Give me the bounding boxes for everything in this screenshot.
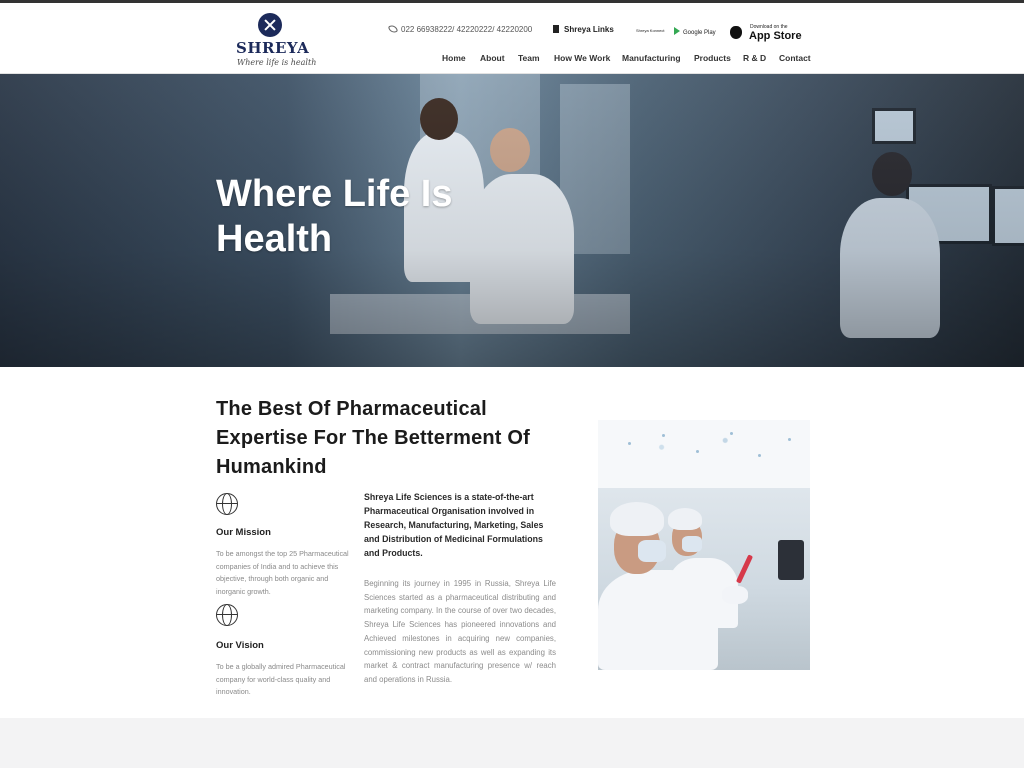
shreya-links-link[interactable]: Shreya Links (553, 25, 614, 34)
gloved-hand (722, 586, 748, 604)
google-play-icon (674, 27, 680, 35)
document-icon (553, 25, 559, 33)
shreya-links-label: Shreya Links (564, 25, 614, 34)
scientist-cap (610, 502, 664, 536)
scientist-mask (682, 536, 702, 552)
shreya-konnect-badge[interactable]: Shreya Konnect (636, 28, 664, 33)
app-store-label: App Store (749, 30, 802, 42)
google-play-badge[interactable]: Google Play (674, 27, 716, 36)
nav-home[interactable]: Home (442, 53, 466, 75)
apple-icon (730, 26, 742, 39)
hero-title: Where Life Is Health (216, 173, 453, 260)
molecule-node (788, 438, 791, 441)
google-play-label: Google Play (683, 30, 716, 36)
shreya-logo-icon (258, 13, 282, 37)
brand-logo[interactable]: SHREYA Where life is health (236, 13, 316, 71)
brand-tagline: Where life is health (237, 58, 317, 67)
section-headline: The Best Of Pharmaceutical Expertise For… (216, 398, 531, 478)
nav-how-we-work[interactable]: How We Work (554, 53, 610, 63)
molecule-node (628, 442, 631, 445)
intro-paragraph: Shreya Life Sciences is a state-of-the-a… (364, 492, 544, 558)
phone-icon (387, 23, 399, 35)
nav-team[interactable]: Team (518, 53, 540, 63)
molecule-node (730, 432, 733, 435)
nav-contact[interactable]: Contact (779, 53, 811, 63)
globe-icon (216, 604, 238, 626)
nav-manufacturing[interactable]: Manufacturing (622, 53, 681, 63)
nav-products[interactable]: Products (694, 53, 731, 63)
microscope-shape (778, 540, 804, 580)
app-store-badge[interactable]: Download on the App Store (730, 24, 802, 44)
molecule-pattern (598, 420, 810, 488)
brand-name: SHREYA (236, 39, 310, 57)
mission-text: To be amongst the top 25 Pharmaceutical … (216, 549, 349, 597)
phone-numbers[interactable]: 022 66938222/ 42220222/ 42220200 (387, 23, 533, 35)
about-section: The Best Of Pharmaceutical Expertise For… (0, 367, 1024, 718)
history-paragraph: Beginning its journey in 1995 in Russia,… (364, 579, 556, 684)
hero-banner: Where Life Is Health (0, 74, 1024, 367)
molecule-node (758, 454, 761, 457)
molecule-node (696, 450, 699, 453)
mission-title: Our Mission (216, 527, 271, 538)
scientist-cap (668, 508, 702, 530)
scientist-mask (638, 540, 666, 562)
vision-text: To be a globally admired Pharmaceutical … (216, 662, 346, 697)
site-header: SHREYA Where life is health 022 66938222… (0, 0, 1024, 75)
molecule-node (662, 434, 665, 437)
phone-text: 022 66938222/ 42220222/ 42220200 (401, 25, 533, 34)
vision-title: Our Vision (216, 640, 264, 651)
nav-about[interactable]: About (480, 53, 505, 63)
lab-scientists-image (598, 420, 810, 670)
footer-band (0, 718, 1024, 768)
globe-icon (216, 493, 238, 515)
nav-r-and-d[interactable]: R & D (743, 53, 766, 63)
